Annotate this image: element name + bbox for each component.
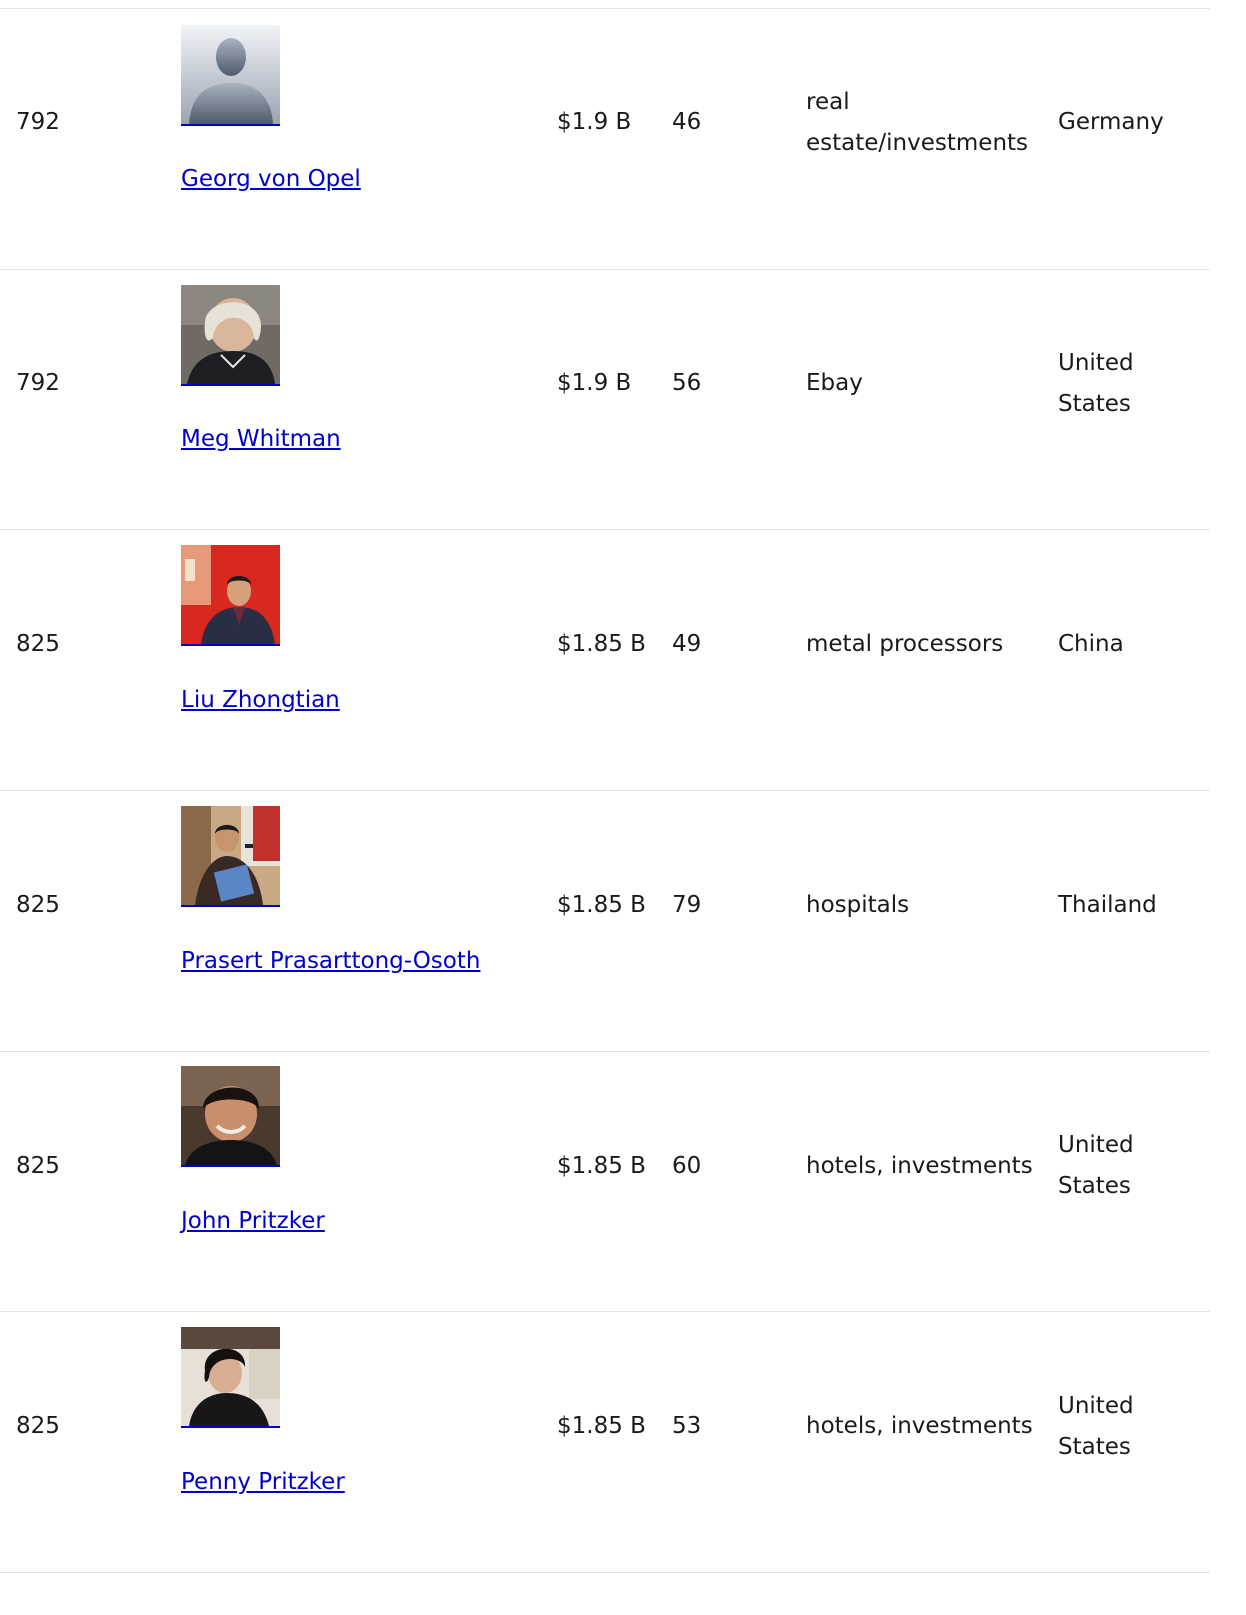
table-row: 792 Meg Whitman $1.9 B 56 Ebay United St… xyxy=(0,269,1210,530)
source-cell: metal processors xyxy=(806,631,1004,657)
rank-cell: 825 xyxy=(16,631,60,657)
table-row: 825 Prasert Prasarttong-Osoth $1.85 B 79… xyxy=(0,791,1210,1052)
person-name-link[interactable]: John Pritzker xyxy=(181,1206,325,1236)
rank-cell: 792 xyxy=(16,109,60,135)
source-cell: hotels, investments xyxy=(806,1153,1033,1179)
person-photo-link[interactable] xyxy=(181,806,280,907)
net-worth-cell: $1.85 B xyxy=(557,1413,646,1439)
person-name-link[interactable]: Penny Pritzker xyxy=(181,1467,345,1497)
portrait-photo xyxy=(181,545,280,644)
source-cell: real estate/investments xyxy=(806,89,1029,156)
source-cell: hotels, investments xyxy=(806,1413,1033,1439)
net-worth-cell: $1.9 B xyxy=(557,109,632,135)
country-cell: United States xyxy=(1058,350,1134,417)
age-cell: 60 xyxy=(672,1153,702,1179)
source-cell: hospitals xyxy=(806,892,910,918)
country-cell: United States xyxy=(1058,1393,1134,1460)
person-photo-link[interactable] xyxy=(181,1327,280,1428)
age-cell: 79 xyxy=(672,892,702,918)
table-row: 825 Penny Pritzker $1.85 B 53 hotels, in… xyxy=(0,1312,1210,1573)
table-row: 825 Liu Zhongtian $1.85 B 49 metal proce… xyxy=(0,530,1210,791)
person-photo-link[interactable] xyxy=(181,25,280,126)
person-photo-link[interactable] xyxy=(181,545,280,646)
source-cell: Ebay xyxy=(806,370,863,396)
age-cell: 46 xyxy=(672,109,702,135)
portrait-photo xyxy=(181,1066,280,1165)
age-cell: 56 xyxy=(672,370,702,396)
net-worth-cell: $1.85 B xyxy=(557,1153,646,1179)
person-photo-link[interactable] xyxy=(181,1066,280,1167)
age-cell: 49 xyxy=(672,631,702,657)
portrait-photo xyxy=(181,285,280,384)
rank-cell: 792 xyxy=(16,370,60,396)
rank-cell: 825 xyxy=(16,892,60,918)
country-cell: China xyxy=(1058,631,1124,657)
table-row: 825 John Pritzker $1.85 B 60 hotels, inv… xyxy=(0,1051,1210,1312)
portrait-photo xyxy=(181,1327,280,1426)
rank-cell: 825 xyxy=(16,1413,60,1439)
net-worth-cell: $1.85 B xyxy=(557,631,646,657)
rank-cell: 825 xyxy=(16,1153,60,1179)
country-cell: Thailand xyxy=(1058,892,1157,918)
age-cell: 53 xyxy=(672,1413,702,1439)
person-photo-link[interactable] xyxy=(181,285,280,386)
portrait-photo xyxy=(181,806,280,905)
silhouette-photo xyxy=(181,25,280,124)
person-name-link[interactable]: Liu Zhongtian xyxy=(181,685,340,715)
person-name-link[interactable]: Georg von Opel xyxy=(181,164,361,194)
country-cell: United States xyxy=(1058,1132,1134,1199)
country-cell: Germany xyxy=(1058,109,1164,135)
table-row: 792 Georg von Opel $1.9 B 46 real estate… xyxy=(0,9,1210,270)
net-worth-cell: $1.9 B xyxy=(557,370,632,396)
person-name-link[interactable]: Prasert Prasarttong-Osoth xyxy=(181,946,480,976)
net-worth-cell: $1.85 B xyxy=(557,892,646,918)
person-name-link[interactable]: Meg Whitman xyxy=(181,424,341,454)
